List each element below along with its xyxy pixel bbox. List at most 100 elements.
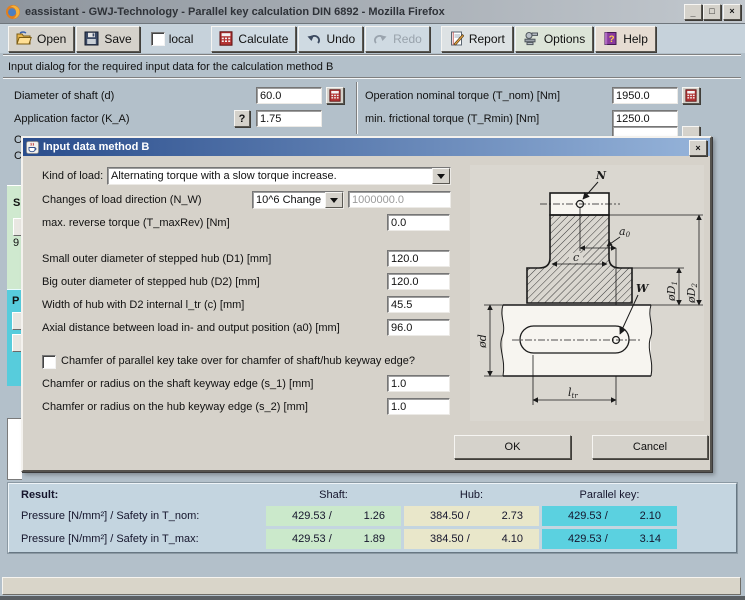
hub-keyway-chamfer-value: 1.0: [391, 401, 406, 413]
ok-button[interactable]: OK: [454, 435, 571, 459]
safety-value: 1.26: [364, 510, 385, 522]
options-button[interactable]: Options: [515, 26, 593, 52]
drawing-label-c: c: [573, 251, 579, 264]
hub-width-field[interactable]: 45.5: [387, 296, 450, 313]
svg-text:?: ?: [609, 34, 615, 45]
redo-arrow-icon: [373, 32, 388, 46]
small-outer-diameter-value: 120.0: [391, 253, 419, 265]
drawing-label-d1: øD1: [665, 281, 679, 302]
drawing-label-ltr: ltr: [568, 386, 578, 400]
drawing-label-n: N: [595, 169, 607, 182]
main-toolbar: Open Save local: [0, 24, 745, 53]
calculate-button-label: Calculate: [238, 32, 288, 46]
dialog-close-icon: ×: [695, 144, 700, 153]
chevron-down-icon: [330, 198, 338, 203]
result-cell-key-tnom: 429.53 /2.10: [542, 506, 677, 526]
close-icon: ×: [729, 7, 734, 16]
minimize-button[interactable]: _: [684, 4, 702, 20]
dropdown-button[interactable]: [325, 192, 343, 208]
window-titlebar: eassistant - GWJ-Technology - Parallel k…: [0, 0, 745, 24]
diameter-of-shaft-field[interactable]: 60.0: [256, 87, 322, 104]
parallel-key-panel-letter: P: [12, 295, 19, 307]
save-floppy-icon: [84, 31, 99, 46]
subtitle-separator: [3, 77, 741, 79]
drawing-label-d2: øD2: [685, 283, 699, 304]
application-factor-field[interactable]: 1.75: [256, 110, 322, 127]
nominal-torque-calculator-button[interactable]: [682, 87, 700, 104]
safety-value: 2.10: [640, 510, 661, 522]
application-factor-label: Application factor (K_A): [14, 113, 130, 125]
close-button[interactable]: ×: [723, 4, 741, 20]
nominal-torque-label: Operation nominal torque (T_nom) [Nm]: [365, 90, 560, 102]
kind-of-load-label: Kind of load:: [42, 170, 103, 182]
cancel-button[interactable]: Cancel: [592, 435, 708, 459]
page-subtitle: Input dialog for the required input data…: [8, 61, 333, 73]
safety-value: 1.89: [364, 533, 385, 545]
small-outer-diameter-label: Small outer diameter of stepped hub (D1)…: [42, 253, 271, 265]
pressure-value: 429.53 /: [292, 510, 332, 522]
help-button-label: Help: [623, 32, 648, 46]
results-panel: Result: Shaft: Hub: Parallel key: Pressu…: [8, 483, 737, 553]
redo-button: Redo: [365, 26, 430, 52]
save-button[interactable]: Save: [76, 26, 139, 52]
calculator-icon: [219, 31, 233, 46]
application-factor-help-button[interactable]: ?: [234, 110, 250, 127]
text-area-fragment[interactable]: [7, 418, 22, 480]
diameter-calculator-button[interactable]: [326, 87, 344, 104]
max-reverse-torque-field[interactable]: 0.0: [387, 214, 450, 231]
nominal-torque-field[interactable]: 1950.0: [612, 87, 678, 104]
axial-distance-field[interactable]: 96.0: [387, 319, 450, 336]
undo-arrow-icon: [306, 32, 321, 46]
load-direction-count-value: 1000000.0: [352, 194, 404, 206]
drawing-label-a0: a0: [619, 225, 631, 239]
big-outer-diameter-field[interactable]: 120.0: [387, 273, 450, 290]
shaft-keyway-chamfer-label: Chamfer or radius on the shaft keyway ed…: [42, 378, 313, 390]
help-button[interactable]: ? Help: [595, 26, 656, 52]
frictional-torque-field[interactable]: 1250.0: [612, 110, 678, 127]
kind-of-load-select[interactable]: Alternating torque with a slow torque in…: [107, 167, 451, 185]
shaft-keyway-chamfer-field[interactable]: 1.0: [387, 375, 450, 392]
small-outer-diameter-field[interactable]: 120.0: [387, 250, 450, 267]
load-direction-select[interactable]: 10^6 Change: [252, 191, 344, 209]
toolbar-separator: [3, 54, 741, 56]
results-header-hub: Hub:: [404, 489, 539, 501]
report-button[interactable]: Report: [441, 26, 513, 52]
chamfer-takeover-label: Chamfer of parallel key take over for ch…: [61, 355, 415, 367]
chamfer-takeover-checkbox[interactable]: [42, 355, 56, 369]
save-button-label: Save: [104, 32, 131, 46]
dialog-close-button[interactable]: ×: [689, 140, 707, 156]
result-cell-key-tmax: 429.53 /3.14: [542, 529, 677, 549]
hub-width-value: 45.5: [391, 299, 412, 311]
results-header-shaft: Shaft:: [266, 489, 401, 501]
parallel-key-panel-fragment: P: [7, 289, 21, 386]
frictional-torque-value: 1250.0: [616, 113, 650, 125]
cancel-button-label: Cancel: [633, 441, 667, 453]
local-checkbox[interactable]: [151, 32, 165, 46]
load-direction-label: Changes of load direction (N_W): [42, 194, 202, 206]
dropdown-button[interactable]: [432, 168, 450, 184]
hub-keyway-chamfer-label: Chamfer or radius on the hub keyway edge…: [42, 401, 308, 413]
hub-shaft-technical-drawing: N a0 c W ød øD1 øD2 ltr: [470, 165, 704, 421]
big-outer-diameter-label: Big outer diameter of stepped hub (D2) […: [42, 276, 260, 288]
firefox-icon: [5, 4, 21, 20]
hub-keyway-chamfer-field[interactable]: 1.0: [387, 398, 450, 415]
maximize-button[interactable]: □: [703, 4, 721, 20]
report-button-label: Report: [469, 32, 505, 46]
undo-button[interactable]: Undo: [298, 26, 363, 52]
hub-width-label: Width of hub with D2 internal l_tr (c) […: [42, 299, 244, 311]
open-button[interactable]: Open: [8, 26, 74, 52]
dialog-title: Input data method B: [43, 141, 149, 153]
results-title: Result:: [21, 489, 58, 501]
drawing-label-w: W: [636, 282, 650, 295]
safety-value: 2.73: [502, 510, 523, 522]
max-reverse-torque-value: 0.0: [391, 217, 406, 229]
open-button-label: Open: [37, 32, 66, 46]
shaft-panel-fragment: S 9: [7, 185, 21, 289]
input-data-method-b-dialog: Input data method B × Kind of load: Alte…: [21, 136, 712, 472]
nominal-torque-value: 1950.0: [616, 90, 650, 102]
max-reverse-torque-label: max. reverse torque (T_maxRev) [Nm]: [42, 217, 230, 229]
result-cell-shaft-tnom: 429.53 / 1.26: [266, 506, 401, 526]
application-window: eassistant - GWJ-Technology - Parallel k…: [0, 0, 745, 600]
calculate-button[interactable]: Calculate: [211, 26, 296, 52]
question-mark-icon: ?: [239, 113, 246, 125]
